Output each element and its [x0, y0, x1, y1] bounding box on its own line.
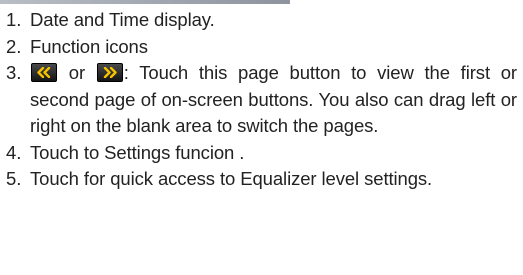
list-item: 2. Function icons [6, 34, 517, 61]
numbered-list: 1. Date and Time display. 2. Function ic… [6, 7, 517, 193]
list-item: 3. or : Touch this page button to view t… [6, 60, 517, 140]
item-number: 2. [6, 35, 22, 57]
double-chevron-right-icon [96, 63, 123, 82]
item-text: Date and Time display. [30, 9, 215, 30]
list-item: 4. Touch to Settings funcion . [6, 140, 517, 167]
list-item: 5. Touch for quick access to Equalizer l… [6, 166, 517, 193]
item-number: 5. [6, 168, 22, 189]
item-connector: or [58, 62, 96, 83]
item-number: 4. [6, 141, 22, 163]
item-text: Touch to Settings funcion . [30, 141, 245, 163]
item-number: 3. [6, 62, 22, 83]
header-rule [0, 0, 290, 4]
double-chevron-left-glyph [37, 67, 51, 78]
item-text: Function icons [30, 35, 148, 57]
double-chevron-right-glyph [103, 67, 117, 78]
double-chevron-left-icon [31, 63, 57, 82]
item-number: 1. [6, 9, 22, 30]
list-item: 1. Date and Time display. [6, 7, 517, 34]
item-text: Touch for quick access to Equalizer leve… [30, 168, 433, 189]
